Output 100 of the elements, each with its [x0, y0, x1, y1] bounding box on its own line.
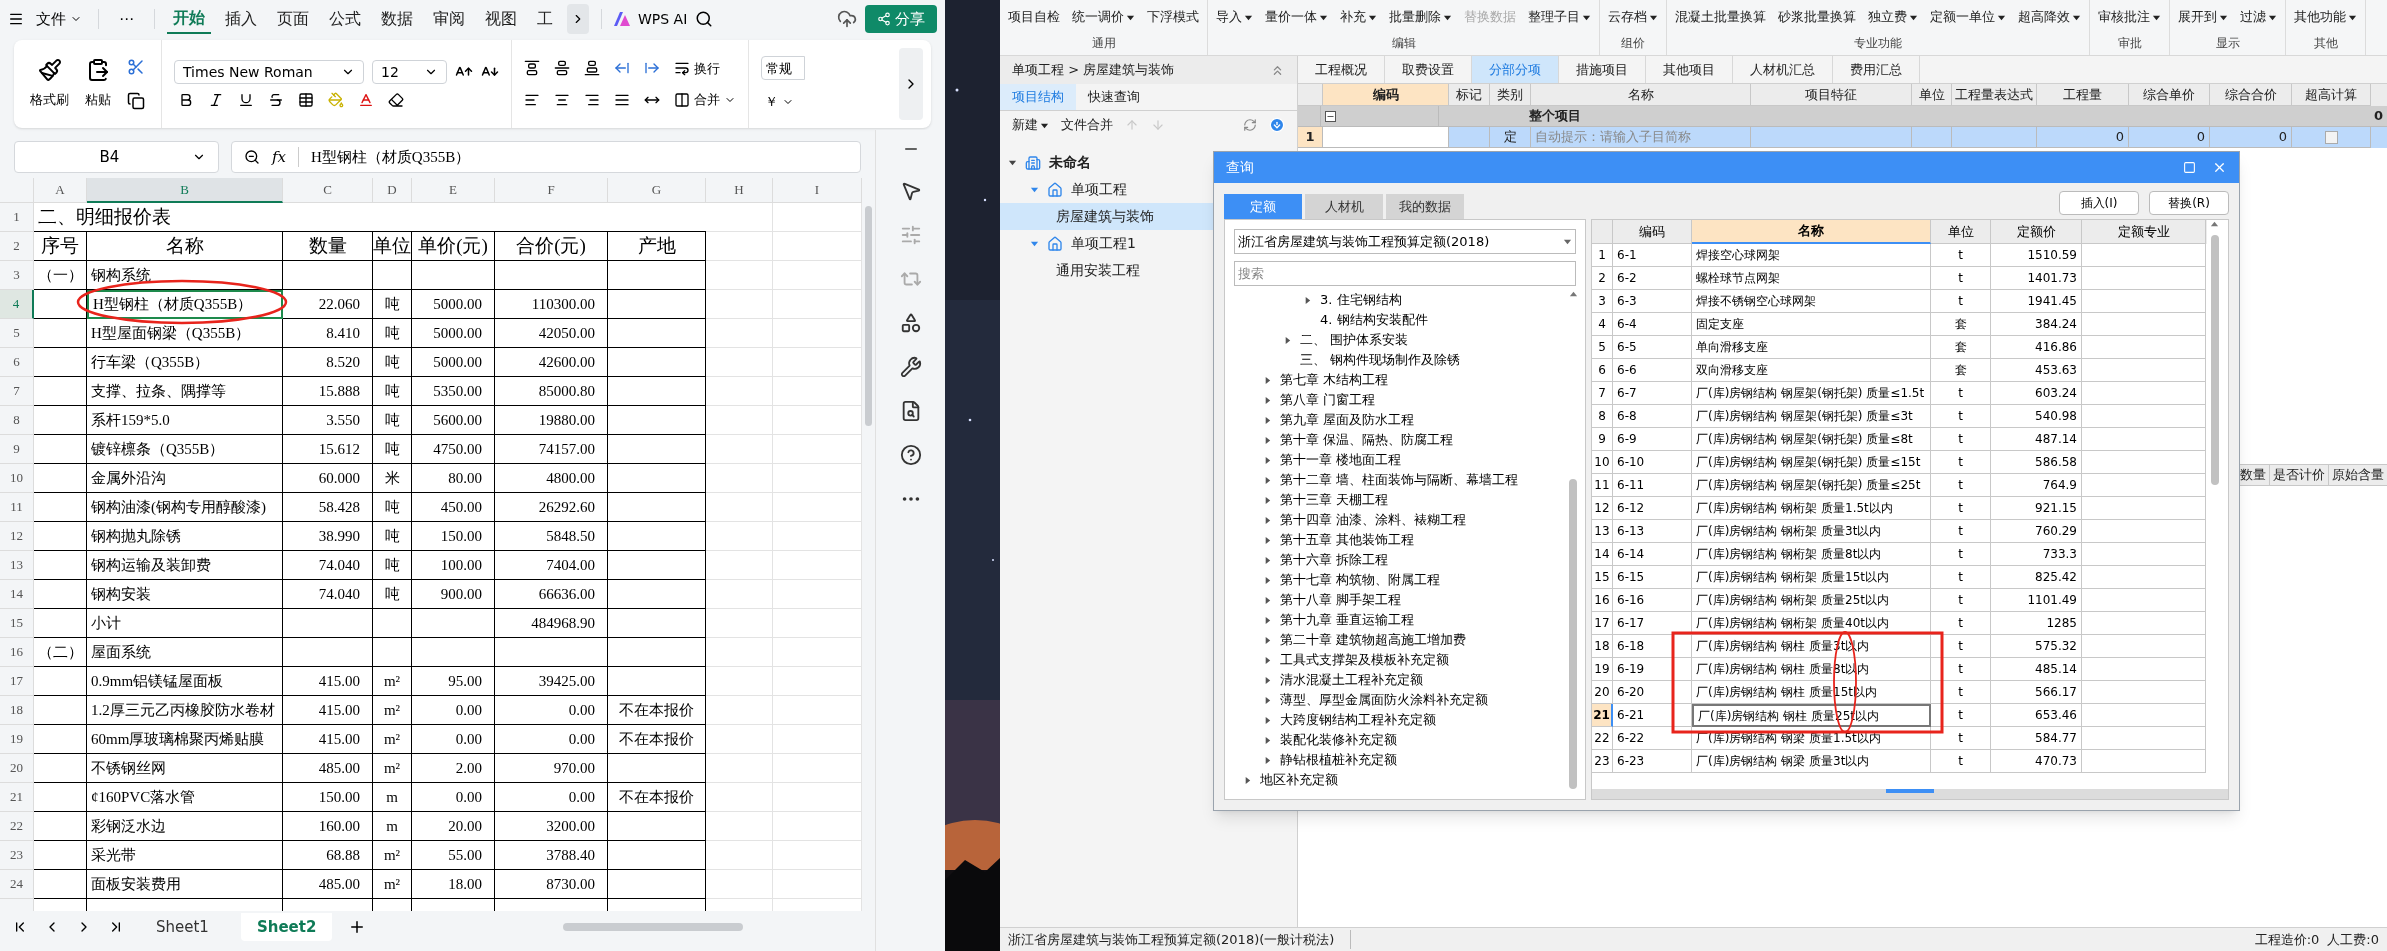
- table-cell[interactable]: [608, 290, 706, 319]
- shapes-icon[interactable]: [899, 312, 922, 334]
- table-cell[interactable]: 160.00: [283, 812, 373, 841]
- cloud-upload-icon[interactable]: [837, 9, 857, 29]
- ai-button[interactable]: WPS AI: [614, 8, 688, 30]
- table-row[interactable]: 整个项目 0: [1298, 106, 2387, 127]
- tree-item[interactable]: 薄型、厚型金属面防火涂料补充定额: [1225, 690, 1567, 710]
- currency-button[interactable]: ￥: [761, 92, 805, 112]
- table-cell[interactable]: 80.00: [412, 464, 495, 493]
- table-cell[interactable]: [412, 638, 495, 667]
- refresh-icon[interactable]: [1243, 118, 1257, 132]
- code-field[interactable]: [1323, 127, 1449, 148]
- tree-item[interactable]: 4. 钢结构安装配件: [1225, 310, 1567, 330]
- table-cell[interactable]: 0.9mm铝镁锰屋面板: [87, 667, 283, 696]
- table-cell[interactable]: 450.00: [412, 493, 495, 522]
- table-cell[interactable]: 不在本报价: [608, 783, 706, 812]
- table-cell[interactable]: m²: [373, 754, 412, 783]
- table-cell[interactable]: [34, 493, 87, 522]
- table-cell[interactable]: 吨: [373, 493, 412, 522]
- format-painter-button[interactable]: 格式刷: [30, 58, 69, 110]
- table-cell[interactable]: 150.00: [412, 522, 495, 551]
- formula-bar[interactable]: fx H型钢柱（材质Q355B）: [231, 141, 861, 173]
- column-header[interactable]: H: [706, 178, 773, 203]
- table-cell[interactable]: 钢构系统: [87, 261, 283, 290]
- font-select[interactable]: Times New Roman: [174, 60, 364, 84]
- table-cell[interactable]: [608, 493, 706, 522]
- table-cell[interactable]: 0.00: [495, 725, 608, 754]
- table-cell[interactable]: 吨: [373, 406, 412, 435]
- table-cell[interactable]: 小计: [87, 609, 283, 638]
- tab[interactable]: 工程概况: [1298, 56, 1385, 83]
- tree-item[interactable]: 地区补充定额: [1225, 770, 1567, 790]
- table-cell[interactable]: 3.550: [283, 406, 373, 435]
- cut-icon[interactable]: [127, 58, 145, 76]
- table-cell[interactable]: [608, 551, 706, 580]
- table-cell[interactable]: 68.88: [283, 841, 373, 870]
- table-cell[interactable]: [608, 348, 706, 377]
- table-cell[interactable]: 7404.00: [495, 551, 608, 580]
- table-cell[interactable]: [34, 667, 87, 696]
- toolbar-button[interactable]: 混凝土批量换算: [1675, 7, 1766, 27]
- table-cell[interactable]: 系杆159*5.0: [87, 406, 283, 435]
- table-cell[interactable]: [608, 870, 706, 899]
- name-box[interactable]: B4: [14, 141, 219, 173]
- tree-item[interactable]: 二、 围护体系安装: [1225, 330, 1567, 350]
- table-cell[interactable]: 8.410: [283, 319, 373, 348]
- help-icon[interactable]: [899, 444, 922, 466]
- file-menu[interactable]: 文件: [32, 7, 86, 31]
- ribbon-tab[interactable]: 审阅: [427, 4, 471, 34]
- align-middle-icon[interactable]: [554, 60, 570, 77]
- table-cell[interactable]: [373, 609, 412, 638]
- column-header[interactable]: 原始含量: [2328, 465, 2387, 485]
- toolbar-button[interactable]: 定额一单位: [1930, 7, 2006, 27]
- table-cell[interactable]: 米: [373, 464, 412, 493]
- table-cell[interactable]: [34, 377, 87, 406]
- toolbar-button[interactable]: 过滤: [2240, 7, 2277, 27]
- toolbar-button[interactable]: 云存档: [1608, 7, 1658, 27]
- tree-item[interactable]: 第十四章 油漆、涂料、裱糊工程: [1225, 510, 1567, 530]
- table-cell[interactable]: 行车梁（Q355B）: [87, 348, 283, 377]
- table-cell[interactable]: 不锈钢丝网: [87, 754, 283, 783]
- vertical-scrollbar[interactable]: [1569, 479, 1577, 789]
- tree-item[interactable]: 装配化装修补充定额: [1225, 730, 1567, 750]
- tree-item[interactable]: 清水混凝土工程补充定额: [1225, 670, 1567, 690]
- ribbon-tab[interactable]: 数据: [375, 4, 419, 34]
- toolbar-button[interactable]: 其他功能: [2294, 7, 2357, 27]
- table-cell[interactable]: 5350.00: [412, 377, 495, 406]
- library-select[interactable]: 浙江省房屋建筑与装饰工程预算定额(2018): [1234, 229, 1576, 254]
- column-header[interactable]: G: [608, 178, 706, 203]
- table-cell[interactable]: [608, 522, 706, 551]
- table-cell[interactable]: [34, 319, 87, 348]
- search-field[interactable]: 搜索: [1234, 261, 1576, 286]
- align-bottom-icon[interactable]: [584, 60, 600, 77]
- number-format-select[interactable]: 常规: [761, 56, 805, 81]
- tab[interactable]: 费用汇总: [1833, 56, 1920, 83]
- italic-icon[interactable]: [208, 92, 224, 108]
- column-header[interactable]: D: [373, 178, 412, 203]
- tree-item[interactable]: 第十九章 垂直运输工程: [1225, 610, 1567, 630]
- table-cell[interactable]: [34, 696, 87, 725]
- close-icon[interactable]: [2212, 160, 2227, 175]
- merge-button[interactable]: 合并: [674, 90, 736, 110]
- table-cell[interactable]: 58.428: [283, 493, 373, 522]
- table-cell[interactable]: H型屋面钢梁（Q355B）: [87, 319, 283, 348]
- table-cell[interactable]: 0.00: [495, 783, 608, 812]
- table-cell[interactable]: 吨: [373, 551, 412, 580]
- table-cell[interactable]: 66636.00: [495, 580, 608, 609]
- table-cell[interactable]: 吨: [373, 580, 412, 609]
- tab[interactable]: 人材机汇总: [1733, 56, 1833, 83]
- table-cell[interactable]: [34, 609, 87, 638]
- table-cell[interactable]: [495, 261, 608, 290]
- table-cell[interactable]: 20.00: [412, 812, 495, 841]
- table-cell[interactable]: [373, 261, 412, 290]
- font-color-icon[interactable]: [358, 92, 374, 108]
- toolbar-button[interactable]: 独立费: [1868, 7, 1918, 27]
- bold-icon[interactable]: [178, 92, 194, 108]
- table-cell[interactable]: 8730.00: [495, 870, 608, 899]
- toolbar-button[interactable]: 项目自检: [1008, 7, 1060, 27]
- table-cell[interactable]: 484968.90: [495, 609, 608, 638]
- expand-arrow-icon[interactable]: [1283, 335, 1292, 345]
- table-cell[interactable]: 金属外沿沟: [87, 464, 283, 493]
- column-header[interactable]: 是否计价: [2269, 465, 2328, 485]
- table-cell[interactable]: m²: [373, 870, 412, 899]
- table-cell[interactable]: [608, 261, 706, 290]
